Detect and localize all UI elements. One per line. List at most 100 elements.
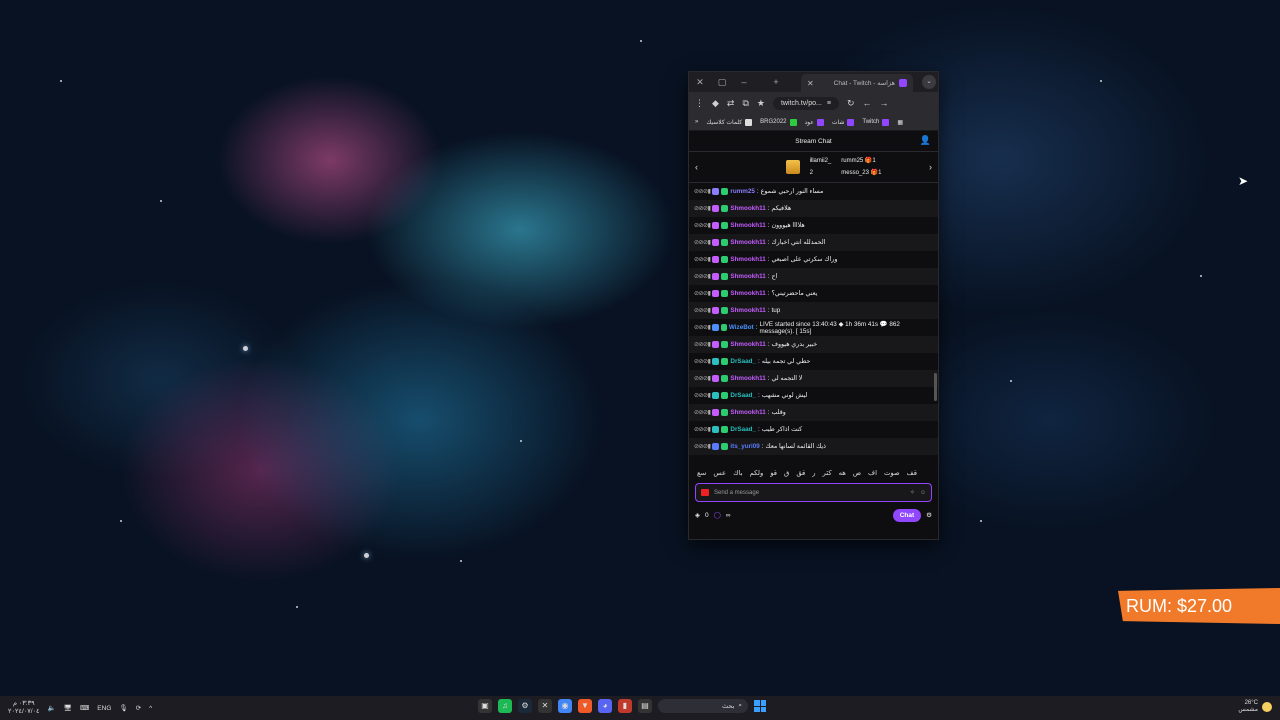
next-icon[interactable]: ›: [929, 162, 932, 172]
mod-actions-icon[interactable]: ⊘⊘⊘▮: [694, 239, 711, 246]
mod-actions-icon[interactable]: ⊘⊘⊘▮: [694, 290, 711, 297]
badge-icon[interactable]: [712, 392, 720, 399]
mod-actions-icon[interactable]: ⊘⊘⊘▮: [694, 256, 711, 263]
close-tab-icon[interactable]: ✕: [807, 79, 814, 88]
sub-badge-icon[interactable]: [721, 239, 729, 246]
close-window-icon[interactable]: ✕: [689, 77, 711, 88]
mod-actions-icon[interactable]: ⊘⊘⊘▮: [694, 307, 711, 314]
mod-actions-icon[interactable]: ⊘⊘⊘▮: [694, 375, 711, 382]
mod-actions-icon[interactable]: ⊘⊘⊘▮: [694, 409, 711, 416]
chat-username[interactable]: Shmookh11: [730, 205, 765, 212]
mod-actions-icon[interactable]: ⊘⊘⊘▮: [694, 341, 711, 348]
minimize-window-icon[interactable]: –: [733, 77, 755, 87]
chat-username[interactable]: Shmookh11: [730, 290, 765, 297]
chat-username[interactable]: Shmookh11: [730, 375, 765, 382]
chat-username[interactable]: WizeBot: [729, 324, 754, 331]
forward-icon[interactable]: ←: [862, 98, 871, 108]
sub-badge-icon[interactable]: [721, 392, 729, 399]
badge-icon[interactable]: [712, 239, 720, 246]
sub-badge-icon[interactable]: [720, 324, 727, 331]
bookmark-item[interactable]: شات: [832, 118, 855, 126]
mod-actions-icon[interactable]: ⊘⊘⊘▮: [694, 392, 711, 399]
chat-username[interactable]: Shmookh11: [730, 307, 765, 314]
quick-word-button[interactable]: باك: [733, 469, 743, 477]
magic-icon[interactable]: ✧: [910, 489, 915, 496]
quick-word-button[interactable]: هه: [839, 469, 846, 477]
mod-actions-icon[interactable]: ⊘⊘⊘▮: [694, 443, 711, 450]
sub-badge-icon[interactable]: [721, 341, 729, 348]
mod-actions-icon[interactable]: ⊘⊘⊘▮: [694, 188, 711, 195]
sub-badge-icon[interactable]: [721, 443, 729, 450]
bookmark-item[interactable]: عود: [805, 118, 824, 126]
quick-word-button[interactable]: ص: [853, 469, 861, 477]
weather-widget[interactable]: 26°C مشمس: [1238, 700, 1272, 713]
chrome-icon[interactable]: ◉: [558, 699, 572, 713]
language-indicator[interactable]: ENG: [97, 705, 111, 712]
quick-word-button[interactable]: قف: [907, 469, 917, 477]
sub-badge-icon[interactable]: [721, 307, 729, 314]
badge-icon[interactable]: [712, 358, 720, 365]
clock-date[interactable]: ٢٠٢٤/٠٧/٠٤: [8, 708, 40, 716]
url-field[interactable]: twitch.tv/po... ≡: [772, 96, 839, 110]
sub-badge-icon[interactable]: [721, 222, 729, 229]
share-icon[interactable]: ⧉: [742, 98, 748, 109]
community-icon[interactable]: 👤: [920, 135, 931, 146]
mod-actions-icon[interactable]: ⊘⊘⊘▮: [694, 205, 711, 212]
discord-icon[interactable]: ◕: [598, 699, 612, 713]
sub-badge-icon[interactable]: [721, 188, 729, 195]
badge-icon[interactable]: [712, 290, 720, 297]
quick-word-button[interactable]: قو: [770, 469, 777, 477]
gift-user[interactable]: messo_23: [841, 170, 869, 176]
tab-search-icon[interactable]: ⌄: [922, 75, 936, 89]
chat-username[interactable]: Shmookh11: [730, 256, 765, 263]
chat-username[interactable]: Shmookh11: [730, 239, 765, 246]
quick-word-button[interactable]: اف: [868, 469, 877, 477]
chat-username[interactable]: DrSaad_: [730, 392, 756, 399]
translate-icon[interactable]: ⇄: [727, 98, 735, 109]
volume-icon[interactable]: 🔈: [48, 704, 56, 712]
sub-badge-icon[interactable]: [721, 409, 729, 416]
back-icon[interactable]: →: [879, 98, 888, 108]
badge-icon[interactable]: [712, 205, 720, 212]
sub-badge-icon[interactable]: [721, 256, 729, 263]
chat-username[interactable]: DrSaad_: [730, 426, 756, 433]
site-settings-icon[interactable]: ≡: [827, 100, 831, 107]
chat-username[interactable]: Shmookh11: [730, 222, 765, 229]
taskbar-search[interactable]: بحث ⌕: [658, 699, 748, 713]
sub-badge-icon[interactable]: [721, 273, 729, 280]
emote-icon[interactable]: ☺: [920, 490, 926, 496]
mod-actions-icon[interactable]: ⊘⊘⊘▮: [694, 273, 711, 280]
start-windows-icon[interactable]: [754, 700, 766, 712]
quick-word-button[interactable]: سع: [697, 469, 706, 477]
extension-icon[interactable]: ◆: [712, 98, 719, 109]
badge-icon[interactable]: [712, 188, 720, 195]
quick-word-button[interactable]: صوت: [884, 469, 900, 477]
bookmark-item[interactable]: BRG2022: [760, 118, 797, 126]
badge-icon[interactable]: [712, 375, 720, 382]
mod-actions-icon[interactable]: ⊘⊘⊘▮: [694, 222, 711, 229]
quick-word-button[interactable]: ولكم: [750, 469, 764, 477]
clock-time[interactable]: ٠٣:٣٩ م: [8, 700, 40, 708]
quick-word-button[interactable]: ق: [784, 469, 789, 477]
chat-input[interactable]: Send a message ✧ ☺: [695, 483, 932, 502]
network-icon[interactable]: 🖥: [64, 704, 72, 712]
brave-icon[interactable]: ▼: [578, 699, 592, 713]
chat-username[interactable]: rumm25: [730, 188, 755, 195]
bookmark-item[interactable]: Twitch: [862, 118, 890, 126]
menu-dots-icon[interactable]: ⋮: [695, 98, 704, 109]
loop-icon[interactable]: ◯: [714, 511, 721, 519]
scrollbar[interactable]: [934, 373, 937, 401]
sub-badge-icon[interactable]: [721, 358, 729, 365]
channel-points-icon[interactable]: ◈: [695, 511, 700, 519]
media-app-icon[interactable]: ▮: [618, 699, 632, 713]
keyboard-icon[interactable]: ⌨: [80, 704, 89, 712]
chat-username[interactable]: Shmookh11: [730, 341, 765, 348]
mic-icon[interactable]: 🎙: [119, 704, 127, 712]
badge-icon[interactable]: [712, 426, 720, 433]
quick-word-button[interactable]: كثر: [823, 469, 832, 477]
prev-icon[interactable]: ‹: [695, 162, 698, 172]
sub-badge-icon[interactable]: [721, 205, 729, 212]
quick-word-button[interactable]: قق: [796, 469, 805, 477]
sub-badge-icon[interactable]: [721, 375, 729, 382]
chat-username[interactable]: its_yuri09: [730, 443, 759, 450]
